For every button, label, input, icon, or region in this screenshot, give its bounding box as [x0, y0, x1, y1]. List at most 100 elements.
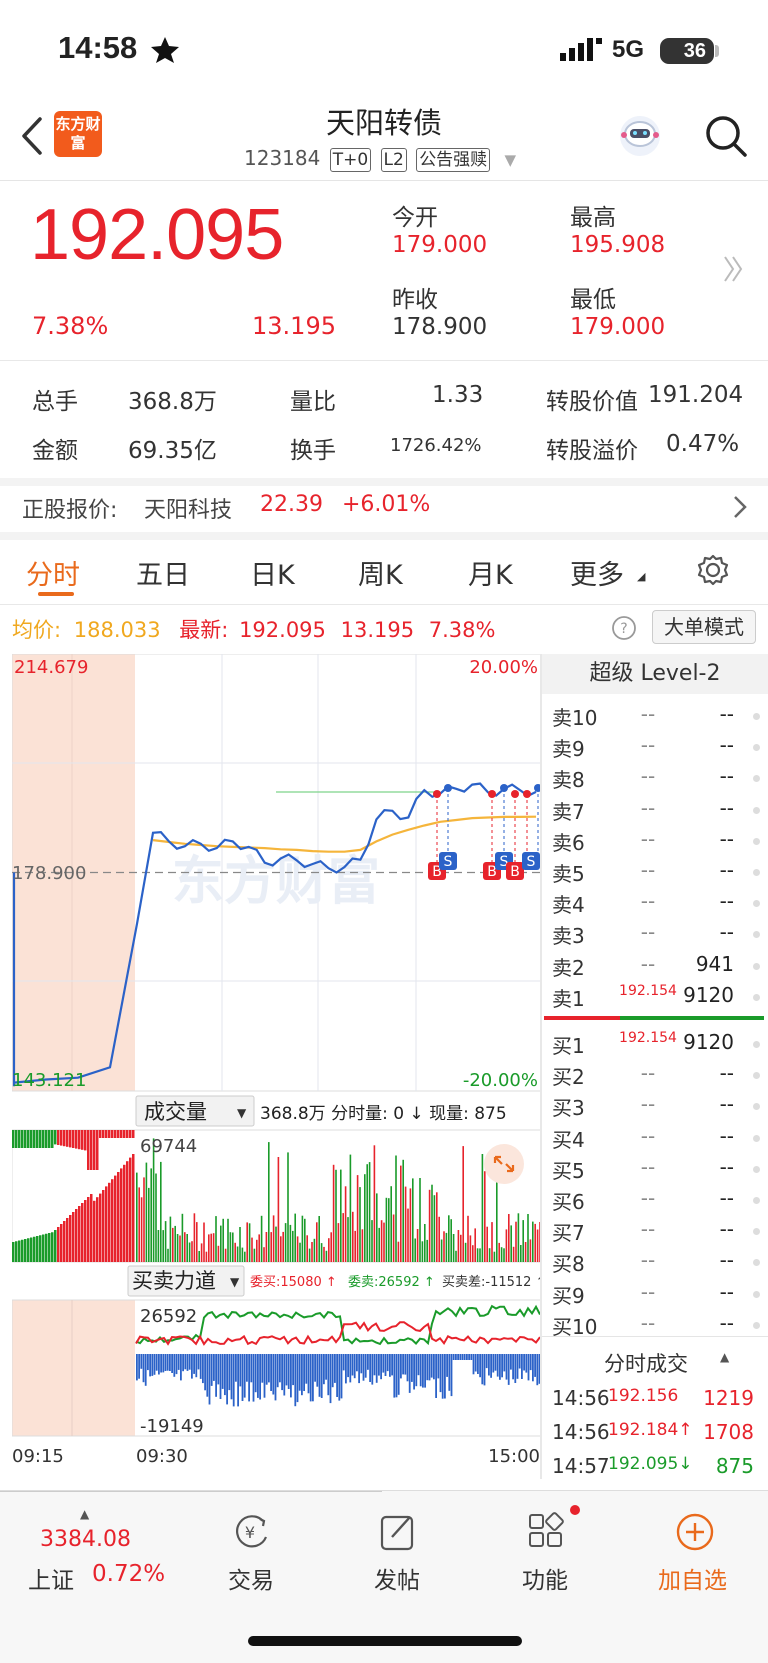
svg-text:?: ?: [620, 621, 627, 637]
expand-button[interactable]: [484, 1144, 524, 1184]
volume-bar: [414, 1238, 416, 1262]
assistant-robot-icon[interactable]: [616, 112, 664, 160]
volume-bar: [308, 1248, 311, 1262]
force-bar: [323, 1354, 325, 1385]
ask-price: --: [640, 920, 656, 945]
bid-row[interactable]: 买9 -- --: [542, 1280, 768, 1310]
force-bar: [380, 1354, 382, 1380]
trade-yen-icon[interactable]: ¥: [230, 1511, 272, 1553]
bottom-percent-label: -20.00%: [463, 1070, 538, 1091]
volume-bar: [263, 1247, 265, 1262]
ask-row[interactable]: 卖3 -- --: [542, 920, 768, 950]
bid-row[interactable]: 买4 -- --: [542, 1124, 768, 1154]
ask-row[interactable]: 卖4 -- --: [542, 889, 768, 919]
ask-row[interactable]: 卖9 -- --: [542, 733, 768, 763]
tab-intraday[interactable]: 分时: [26, 553, 80, 592]
volume-bar: [114, 1130, 117, 1138]
index-name[interactable]: 上证: [28, 1561, 74, 1595]
bid-row[interactable]: 买3 -- --: [542, 1092, 768, 1122]
ask-row[interactable]: 卖5 -- --: [542, 858, 768, 888]
nav-add-watchlist[interactable]: 加自选: [658, 1561, 727, 1595]
ask-level-label: 卖8: [552, 768, 585, 793]
trade-time: 14:56: [552, 1386, 610, 1410]
chevron-down-icon[interactable]: ▼: [505, 151, 517, 169]
volume-bar: [332, 1164, 335, 1262]
tab-monthly-k[interactable]: 月K: [468, 553, 513, 592]
caret-down-icon: ▼: [230, 1275, 240, 1289]
index-percent[interactable]: 0.72%: [92, 1561, 165, 1587]
nav-trade[interactable]: 交易: [228, 1561, 274, 1595]
ask-row[interactable]: 卖10 -- --: [542, 702, 768, 732]
volume-bar: [392, 1214, 395, 1262]
functions-grid-icon[interactable]: [526, 1511, 568, 1553]
big-order-mode-button[interactable]: 大单模式: [652, 610, 756, 644]
force-selector[interactable]: 买卖力道: [132, 1269, 216, 1293]
volume-bar: [424, 1224, 426, 1262]
ask-row[interactable]: 卖7 -- --: [542, 796, 768, 826]
force-bar: [367, 1354, 369, 1370]
bid-row[interactable]: 买8 -- --: [542, 1248, 768, 1278]
nav-post[interactable]: 发帖: [374, 1561, 420, 1595]
bid-row[interactable]: 买1 192.154 9120: [542, 1030, 768, 1060]
bid-row[interactable]: 买5 -- --: [542, 1155, 768, 1185]
bid-row[interactable]: 买6 -- --: [542, 1186, 768, 1216]
ask-row[interactable]: 卖2 -- 941: [542, 952, 768, 982]
volume-bar: [126, 1161, 129, 1262]
volume-bar: [108, 1130, 111, 1138]
tab-daily-k[interactable]: 日K: [250, 553, 295, 592]
help-icon[interactable]: ?: [610, 614, 638, 642]
volume-bar: [493, 1251, 496, 1262]
volume-bar: [529, 1239, 532, 1262]
tag-redemption[interactable]: 公告强赎: [416, 148, 491, 172]
force-bar: [184, 1354, 187, 1370]
ask-level-label: 卖9: [552, 737, 585, 762]
volume-bar: [54, 1130, 57, 1145]
bid-level-label: 买9: [552, 1283, 585, 1308]
force-bar: [349, 1354, 352, 1383]
bid-row[interactable]: 买2 -- --: [542, 1061, 768, 1091]
volume-bar: [404, 1186, 407, 1262]
post-edit-icon[interactable]: [378, 1511, 418, 1553]
add-watchlist-icon[interactable]: [674, 1511, 716, 1553]
bid-dot-icon: [753, 1259, 760, 1267]
volume-bar: [397, 1241, 400, 1262]
nav-functions[interactable]: 功能: [522, 1561, 568, 1595]
settings-gear-icon[interactable]: [696, 553, 730, 587]
force-bar: [424, 1354, 426, 1388]
volume-bar: [496, 1181, 498, 1262]
volume-bar: [24, 1239, 27, 1262]
volume-bar: [236, 1246, 239, 1262]
tab-more[interactable]: 更多: [570, 553, 624, 592]
ask-row[interactable]: 卖6 -- --: [542, 827, 768, 857]
bid-dot-icon: [753, 1103, 760, 1111]
volume-selector[interactable]: 成交量: [144, 1100, 207, 1124]
underlying-stock-row[interactable]: 正股报价: 天阳科技 22.39 +6.01%: [0, 486, 768, 532]
home-indicator[interactable]: [248, 1636, 522, 1646]
divider: [0, 478, 768, 486]
ask-volume: --: [719, 858, 734, 882]
volume-bar: [42, 1130, 45, 1148]
tab-weekly-k[interactable]: 周K: [358, 553, 403, 592]
volume-bar: [512, 1246, 515, 1262]
bid-volume: --: [719, 1217, 734, 1242]
force-bar: [358, 1354, 360, 1384]
ask-row[interactable]: 卖1 192.154 9120: [542, 983, 768, 1013]
volume-bar: [436, 1192, 438, 1262]
high-label: 最高: [570, 205, 616, 231]
app-logo[interactable]: 东方财富: [54, 111, 102, 157]
back-arrow-icon[interactable]: [18, 116, 44, 156]
index-value[interactable]: 3384.08: [40, 1527, 131, 1552]
tab-five-day[interactable]: 五日: [136, 553, 190, 592]
volume-info: 368.8万 分时量: 0 ↓ 现量: 875: [260, 1104, 507, 1124]
volume-bar: [78, 1206, 81, 1262]
bid-row[interactable]: 买7 -- --: [542, 1217, 768, 1247]
search-icon[interactable]: [704, 114, 748, 158]
volume-bar: [84, 1200, 87, 1262]
chevron-right-double-icon[interactable]: [722, 254, 744, 284]
intraday-chart[interactable]: 东方财富 B S B S B S 214.679 20.00% 178.900 …: [12, 654, 542, 1479]
bid-price: --: [640, 1310, 656, 1335]
force-bar: [481, 1354, 484, 1385]
ask-row[interactable]: 卖8 -- --: [542, 764, 768, 794]
trades-title[interactable]: 分时成交: [604, 1348, 688, 1378]
volume-bar: [520, 1245, 522, 1262]
